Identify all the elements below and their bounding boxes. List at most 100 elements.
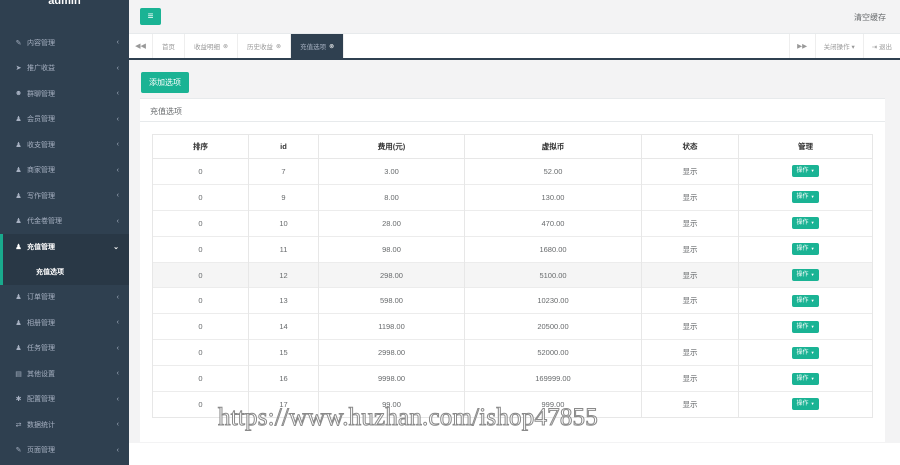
cell-fee: 2998.00 <box>318 339 465 366</box>
cell-sort: 0 <box>152 261 249 288</box>
cell-fee: 9998.00 <box>318 365 465 392</box>
chevron-left-icon: ‹ <box>116 166 119 174</box>
col-header-manage: 管理 <box>738 134 873 159</box>
sidebar-item-2[interactable]: ☻ 群聊管理 ‹ <box>0 81 129 107</box>
logout-button[interactable]: ⇥ 退出 <box>862 34 900 58</box>
sidebar-item-0[interactable]: ✎ 内容管理 ‹ <box>0 30 129 56</box>
tab-list: 首页 收益明细 ⊗ 历史收益 ⊗ 充值选项 ⊗ <box>153 34 345 58</box>
sidebar-nav: ✎ 内容管理 ‹ ➤ 推广收益 ‹ ☻ 群聊管理 ‹ ♟ 会员管理 ‹ ♟ 收支管理 ‹ ♟ 商家管理 ‹ ♟ 写作管… <box>0 30 129 463</box>
clear-cache-link[interactable]: 清空缓存 <box>854 12 886 23</box>
caret-down-icon: ▼ <box>809 246 815 252</box>
sidebar-item-3[interactable]: ♟ 会员管理 ‹ <box>0 107 129 133</box>
tab-3[interactable]: 充值选项 ⊗ <box>291 34 345 58</box>
sidebar-item-1[interactable]: ➤ 推广收益 ‹ <box>0 56 129 82</box>
tab-label: 首页 <box>162 44 175 51</box>
tab-2[interactable]: 历史收益 ⊗ <box>238 34 292 58</box>
col-header-fee[interactable]: 费用(元) <box>318 134 465 159</box>
menu-toggle-button[interactable]: ≡ <box>140 8 161 25</box>
sidebar-item-label: 配置管理 <box>27 396 55 404</box>
sidebar-item-label: 订单管理 <box>27 294 55 302</box>
cell-id: 7 <box>248 158 319 185</box>
chevron-left-icon: ‹ <box>116 395 119 403</box>
cell-fee: 3.00 <box>318 158 465 185</box>
cell-manage: 操作 ▼ <box>738 158 873 185</box>
sidebar-item-10[interactable]: ♟ 相册管理 ‹ <box>0 310 129 336</box>
cell-sort: 0 <box>152 235 249 263</box>
cell-manage: 操作 ▼ <box>738 235 873 263</box>
cell-status: 显示 <box>641 261 739 288</box>
cell-manage: 操作 ▼ <box>738 183 873 211</box>
cell-manage: 操作 ▼ <box>738 365 873 392</box>
tab-scroll-forward-button[interactable]: ▶▶ <box>788 34 815 58</box>
row-actions-label: 操作 <box>796 220 809 227</box>
caret-down-icon: ▼ <box>809 272 815 277</box>
row-actions-dropdown[interactable]: 操作 ▼ <box>792 398 819 411</box>
tab-0[interactable]: 首页 <box>153 34 185 58</box>
col-header-id[interactable]: id <box>248 134 319 159</box>
cell-sort: 0 <box>152 158 249 185</box>
caret-down-icon: ▼ <box>809 220 815 226</box>
row-actions-dropdown[interactable]: 操作 ▼ <box>792 294 819 307</box>
caret-down-icon: ▼ <box>809 297 815 303</box>
cell-fee: 298.00 <box>318 261 465 288</box>
sidebar-item-11[interactable]: ♟ 任务管理 ‹ <box>0 336 129 362</box>
col-header-status[interactable]: 状态 <box>641 134 739 159</box>
cell-id: 15 <box>248 339 319 366</box>
panel-divider <box>140 121 885 122</box>
row-actions-dropdown[interactable]: 操作 ▼ <box>792 320 819 333</box>
col-header-sort[interactable]: 排序 <box>152 134 249 159</box>
sidebar-item-label: 页面管理 <box>27 447 55 455</box>
caret-down-icon: ▼ <box>809 194 815 200</box>
close-tab-icon[interactable]: ⊗ <box>276 43 281 50</box>
cell-coins: 20500.00 <box>464 313 642 340</box>
user-icon: ♟ <box>15 192 22 200</box>
chevron-left-icon: ‹ <box>116 141 119 149</box>
close-tab-icon[interactable]: ⊗ <box>329 43 334 50</box>
col-header-coins[interactable]: 虚拟币 <box>464 134 642 159</box>
sidebar-item-13[interactable]: ✱ 配置管理 ‹ <box>0 387 129 413</box>
row-actions-dropdown[interactable]: 操作 ▼ <box>792 372 819 385</box>
sidebar-item-8[interactable]: ♟ 充值管理 ⌄ <box>0 234 129 260</box>
sidebar-item-6[interactable]: ♟ 写作管理 ‹ <box>0 183 129 209</box>
table-row: 0 10 28.00 470.00 显示 操作 ▼ <box>152 209 873 237</box>
user-icon: ♟ <box>15 141 22 149</box>
cell-manage: 操作 ▼ <box>738 339 873 366</box>
sidebar-item-4[interactable]: ♟ 收支管理 ‹ <box>0 132 129 158</box>
sidebar-item-9[interactable]: ♟ 订单管理 ‹ <box>0 285 129 311</box>
sidebar-item-14[interactable]: ⇄ 数据统计 ‹ <box>0 412 129 438</box>
row-actions-dropdown[interactable]: 操作 ▼ <box>792 165 819 178</box>
cell-id: 9 <box>248 183 319 211</box>
user-icon: ♟ <box>15 218 22 226</box>
row-actions-label: 操作 <box>796 297 809 304</box>
row-actions-label: 操作 <box>796 246 809 253</box>
table-row: 0 11 98.00 1680.00 显示 操作 ▼ <box>152 235 873 263</box>
chevron-down-icon: ⌄ <box>113 243 119 251</box>
tab-1[interactable]: 收益明细 ⊗ <box>185 34 239 58</box>
tab-scroll-back-button[interactable]: ◀◀ <box>129 34 153 58</box>
sidebar-subitem-active[interactable]: 充值选项 <box>0 259 129 285</box>
cell-manage: 操作 ▼ <box>738 313 873 340</box>
exchange-icon: ⇄ <box>15 421 22 429</box>
recharge-options-table: 排序 id 费用(元) 虚拟币 状态 管理 0 7 3.00 52.00 显示 操作 ▼ 0… <box>152 134 873 418</box>
row-actions-dropdown[interactable]: 操作 ▼ <box>792 243 819 256</box>
row-actions-dropdown[interactable]: 操作 ▼ <box>792 346 819 359</box>
table-header-row: 排序 id 费用(元) 虚拟币 状态 管理 <box>152 134 873 159</box>
row-actions-dropdown[interactable]: 操作 ▼ <box>792 217 819 230</box>
row-actions-dropdown[interactable]: 操作 ▼ <box>792 269 819 281</box>
book-icon: ▤ <box>15 370 22 378</box>
cell-fee: 8.00 <box>318 183 465 211</box>
sidebar-item-15[interactable]: ✎ 页面管理 ‹ <box>0 438 129 464</box>
sidebar-item-7[interactable]: ♟ 代金卷管理 ‹ <box>0 209 129 235</box>
row-actions-label: 操作 <box>796 323 809 330</box>
close-tab-icon[interactable]: ⊗ <box>223 43 228 50</box>
close-ops-dropdown[interactable]: 关闭操作 ▾ <box>814 34 863 58</box>
sidebar-item-5[interactable]: ♟ 商家管理 ‹ <box>0 158 129 184</box>
row-actions-label: 操作 <box>796 401 809 408</box>
row-actions-dropdown[interactable]: 操作 ▼ <box>792 191 819 204</box>
cell-coins: 10230.00 <box>464 287 642 314</box>
cell-id: 14 <box>248 313 319 340</box>
cell-sort: 0 <box>152 287 249 314</box>
add-option-button[interactable]: 添加选项 <box>141 72 189 93</box>
cell-sort: 0 <box>152 313 249 340</box>
sidebar-item-12[interactable]: ▤ 其他设置 ‹ <box>0 361 129 387</box>
